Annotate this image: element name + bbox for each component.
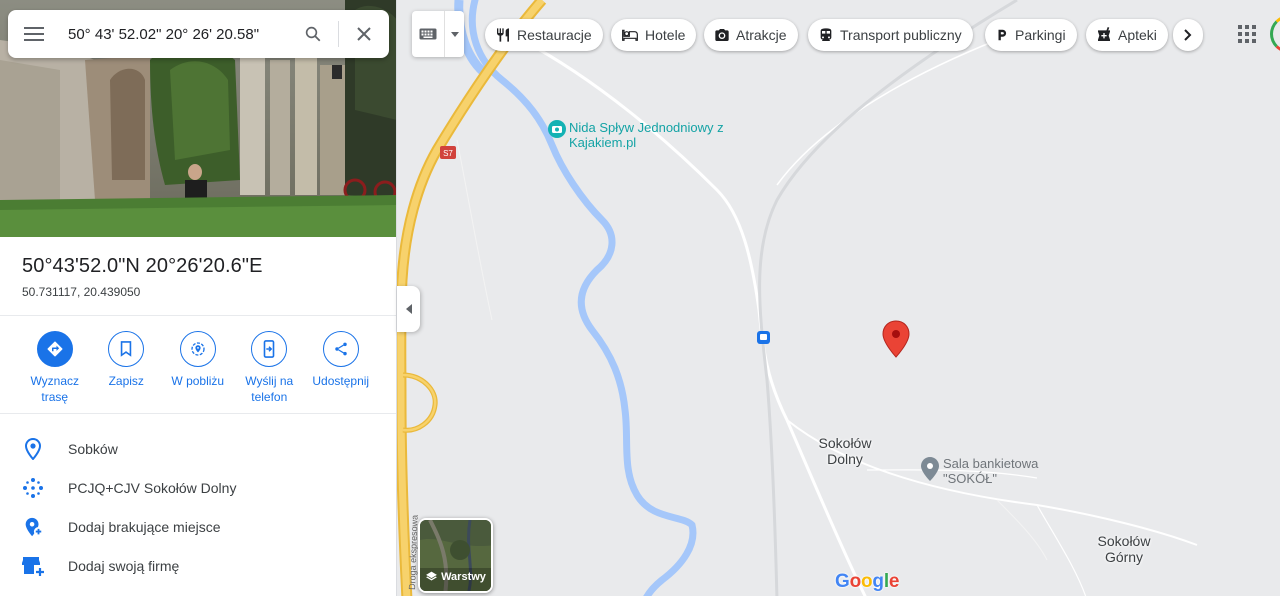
share-icon (335, 342, 347, 356)
chip-label: Restauracje (517, 27, 592, 43)
layers-label-row: Warstwy (420, 570, 491, 583)
share-button[interactable]: Udostępnij (305, 331, 377, 405)
chip-label: Transport publiczny (840, 27, 962, 43)
close-icon (357, 27, 371, 41)
camera-icon (715, 29, 729, 41)
pharmacy-icon (1098, 27, 1110, 41)
directions-button[interactable]: Wyznacz trasę (19, 331, 91, 405)
local-road (776, 39, 998, 186)
divider (0, 315, 396, 316)
search-input[interactable] (60, 10, 288, 58)
search-icon (305, 26, 321, 42)
location-pin-marker (882, 320, 910, 358)
action-label: W pobliżu (171, 374, 225, 388)
add-location-icon (25, 517, 44, 536)
info-row-locality[interactable]: Sobków (0, 429, 396, 468)
google-logo: Google (835, 571, 900, 592)
caret-left-icon (405, 304, 412, 314)
chevron-right-icon (1184, 29, 1192, 41)
village-sokolow-gorny-label[interactable]: Sokołów Górny (1088, 533, 1160, 565)
info-row-add-business[interactable]: Dodaj swoją firmę (0, 546, 396, 585)
chip-restaurants[interactable]: Restauracje (485, 19, 603, 51)
place-decimal-coordinates: 50.731117, 20.439050 (22, 285, 141, 299)
side-panel: 50°43'52.0"N 20°26'20.6"E 50.731117, 20.… (0, 0, 397, 596)
info-text: Dodaj brakujące miejsce (68, 518, 221, 535)
apps-grid-icon (1238, 25, 1256, 43)
railway-line (758, 0, 1018, 596)
send-to-phone-icon (263, 340, 275, 358)
directions-icon (47, 341, 63, 357)
map-layer: S7 Droga ekspresowa (397, 0, 1198, 596)
expressway-s7 (397, 0, 545, 596)
close-search-button[interactable] (339, 10, 389, 58)
menu-button[interactable] (8, 10, 60, 58)
restaurant-icon (497, 28, 509, 42)
river-nida (468, 0, 697, 596)
hamburger-menu-icon (24, 27, 44, 41)
chip-hotels[interactable]: Hotele (611, 19, 697, 51)
add-business-icon (22, 556, 44, 576)
chip-parking[interactable]: Parkingi (985, 19, 1077, 51)
caret-down-icon (450, 31, 459, 37)
chip-label: Atrakcje (736, 27, 787, 43)
save-button[interactable]: Zapisz (91, 331, 163, 405)
info-row-add-missing-place[interactable]: Dodaj brakujące miejsce (0, 507, 396, 546)
info-text: Dodaj swoją firmę (68, 557, 180, 574)
road-badge-text: S7 (443, 149, 453, 158)
layers-label: Warstwy (441, 570, 486, 583)
input-tools-dropdown[interactable] (445, 31, 464, 37)
action-label: Wyznacz trasę (30, 374, 80, 404)
info-text: PCJQ+CJV Sokołów Dolny (68, 479, 237, 496)
bookmark-icon (121, 341, 132, 357)
chip-pharmacies[interactable]: Apteki (1086, 19, 1168, 51)
google-maps-page: S7 Droga ekspresowa Nida Spływ Jednodnio… (0, 0, 1280, 596)
action-label: Wyślij na telefon (245, 374, 294, 404)
parking-icon (998, 29, 1007, 41)
google-apps-button[interactable] (1233, 20, 1261, 48)
poi-nida-label[interactable]: Nida Spływ Jednodniowy z Kajakiem.pl (569, 120, 759, 150)
chip-transit[interactable]: Transport publiczny (808, 19, 973, 51)
village-sokolow-dolny-label[interactable]: Sokołów Dolny (808, 435, 882, 467)
layers-icon (426, 571, 437, 581)
input-tools-button[interactable] (412, 11, 464, 57)
transit-icon (820, 28, 832, 41)
keyboard-icon (419, 28, 437, 40)
divider (0, 413, 396, 414)
chips-next-button[interactable] (1173, 19, 1203, 51)
poi-sala-label[interactable]: Sala bankietowa "SOKÓŁ" (943, 456, 1053, 486)
expressway-ramp (402, 372, 438, 433)
nearby-button[interactable]: W pobliżu (162, 331, 234, 405)
chip-label: Parkingi (1015, 27, 1066, 43)
send-to-phone-button[interactable]: Wyślij na telefon (234, 331, 306, 405)
hotel-icon (622, 29, 638, 41)
path (456, 139, 493, 321)
search-box (8, 10, 389, 58)
chip-label: Hotele (645, 27, 686, 43)
search-button[interactable] (288, 10, 338, 58)
plus-code-icon (23, 477, 43, 498)
action-label: Udostępnij (312, 374, 370, 388)
place-title: 50°43'52.0"N 20°26'20.6"E (22, 255, 263, 277)
collapse-panel-button[interactable] (397, 286, 420, 332)
location-pin-icon (25, 437, 41, 460)
local-road (1036, 504, 1087, 596)
action-buttons-row: Wyznacz trasę Zapisz W pobliżu Wyślij na… (19, 331, 377, 405)
map-canvas[interactable]: S7 Droga ekspresowa (397, 0, 1280, 596)
chip-attractions[interactable]: Atrakcje (704, 19, 798, 51)
info-row-plus-code[interactable]: PCJQ+CJV Sokołów Dolny (0, 468, 396, 507)
nearby-icon (191, 342, 205, 356)
layers-button[interactable]: Warstwy (418, 518, 493, 593)
expressway-ramp (402, 373, 437, 432)
chip-label: Apteki (1118, 27, 1157, 43)
info-text: Sobków (68, 440, 118, 457)
action-label: Zapisz (108, 374, 144, 388)
